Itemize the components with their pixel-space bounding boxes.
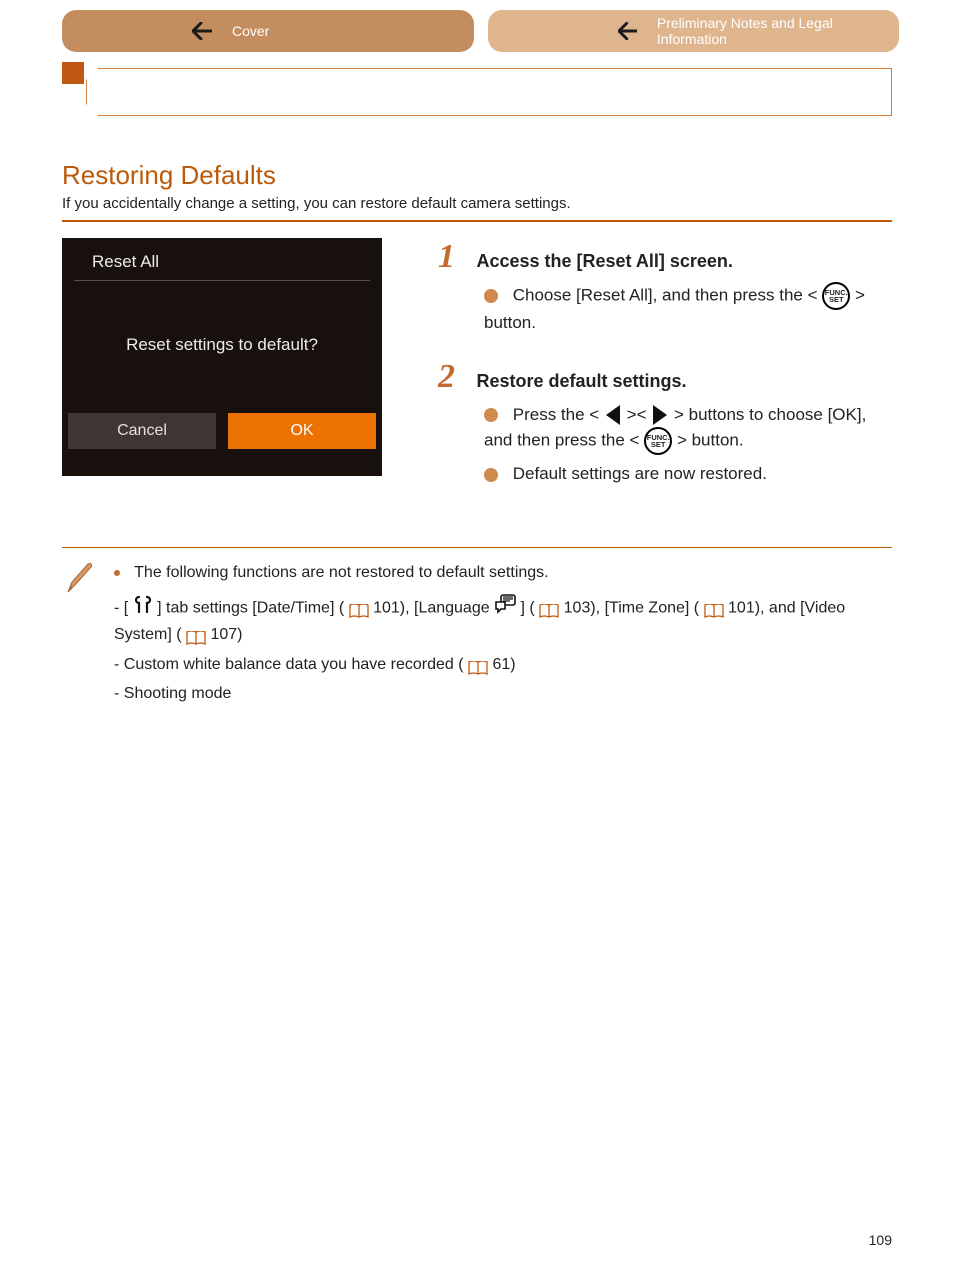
note-l1a: [ bbox=[124, 599, 128, 616]
triangle-left-icon bbox=[606, 405, 620, 425]
hint-square bbox=[62, 62, 84, 84]
book-icon bbox=[186, 628, 206, 642]
bullet-icon bbox=[484, 468, 498, 482]
note-l1b: ] tab settings [Date/Time] ( bbox=[157, 599, 344, 616]
nav-legal-button[interactable]: Preliminary Notes and Legal Information bbox=[488, 10, 900, 52]
bullet-icon bbox=[484, 408, 498, 422]
nav-cover-button[interactable]: Cover bbox=[62, 10, 474, 52]
step-1-title: Access the [Reset All] screen. bbox=[476, 251, 732, 271]
cam-cancel-button: Cancel bbox=[68, 413, 216, 449]
note-l1e: 103), [Time Zone] ( bbox=[564, 599, 699, 616]
cam-ok-button: OK bbox=[228, 413, 376, 449]
steps-column: 1 Access the [Reset All] screen. Choose … bbox=[438, 238, 892, 509]
language-icon bbox=[494, 594, 516, 623]
step-1-body-a: Choose [Reset All], and then press the < bbox=[513, 285, 818, 304]
page-number: 109 bbox=[869, 1232, 892, 1248]
bullet-icon bbox=[484, 289, 498, 303]
step-2-number: 2 bbox=[438, 358, 464, 396]
note-rule bbox=[62, 547, 892, 549]
note-l2b: 61) bbox=[492, 656, 515, 673]
step-2-body-d: > button. bbox=[677, 430, 744, 449]
note-block: The following functions are not restored… bbox=[0, 558, 954, 711]
top-nav: Cover Preliminary Notes and Legal Inform… bbox=[0, 0, 954, 52]
note-l1c: 101), [Language bbox=[373, 599, 490, 616]
note-l3: Shooting mode bbox=[124, 685, 232, 702]
camera-screenshot: Reset All Reset settings to default? Can… bbox=[62, 238, 382, 476]
note-l1d: ] ( bbox=[521, 599, 535, 616]
small-bullet-icon bbox=[114, 570, 120, 576]
nav-cover-label: Cover bbox=[232, 23, 269, 39]
book-icon bbox=[704, 601, 724, 615]
arrow-left-icon bbox=[618, 22, 637, 40]
section-subtitle: If you accidentally change a setting, yo… bbox=[62, 195, 892, 212]
cam-message: Reset settings to default? bbox=[62, 281, 382, 409]
func-set-icon: FUNC.SET bbox=[644, 427, 672, 455]
arrow-left-icon bbox=[192, 22, 212, 40]
step-2-body-b: >< bbox=[627, 405, 647, 424]
note-l2a: Custom white balance data you have recor… bbox=[124, 656, 464, 673]
nav-legal-label: Preliminary Notes and Legal Information bbox=[657, 15, 899, 47]
note-intro: The following functions are not restored… bbox=[134, 564, 548, 581]
triangle-right-icon bbox=[653, 405, 667, 425]
step-2-body-e: Default settings are now restored. bbox=[513, 464, 767, 483]
func-set-icon: FUNC.SET bbox=[822, 282, 850, 310]
book-icon bbox=[468, 658, 488, 672]
book-icon bbox=[539, 601, 559, 615]
cam-title: Reset All bbox=[74, 238, 370, 281]
note-l1g: 107) bbox=[210, 626, 242, 643]
step-2-title: Restore default settings. bbox=[476, 371, 686, 391]
step-2-body-a: Press the < bbox=[513, 405, 599, 424]
pencil-icon bbox=[62, 558, 96, 711]
section-title: Restoring Defaults bbox=[62, 160, 892, 191]
hint-outline bbox=[86, 68, 892, 116]
hint-bar bbox=[62, 62, 892, 120]
book-icon bbox=[349, 601, 369, 615]
wrench-icon bbox=[133, 595, 153, 622]
step-1-number: 1 bbox=[438, 238, 464, 276]
section-rule bbox=[62, 220, 892, 222]
